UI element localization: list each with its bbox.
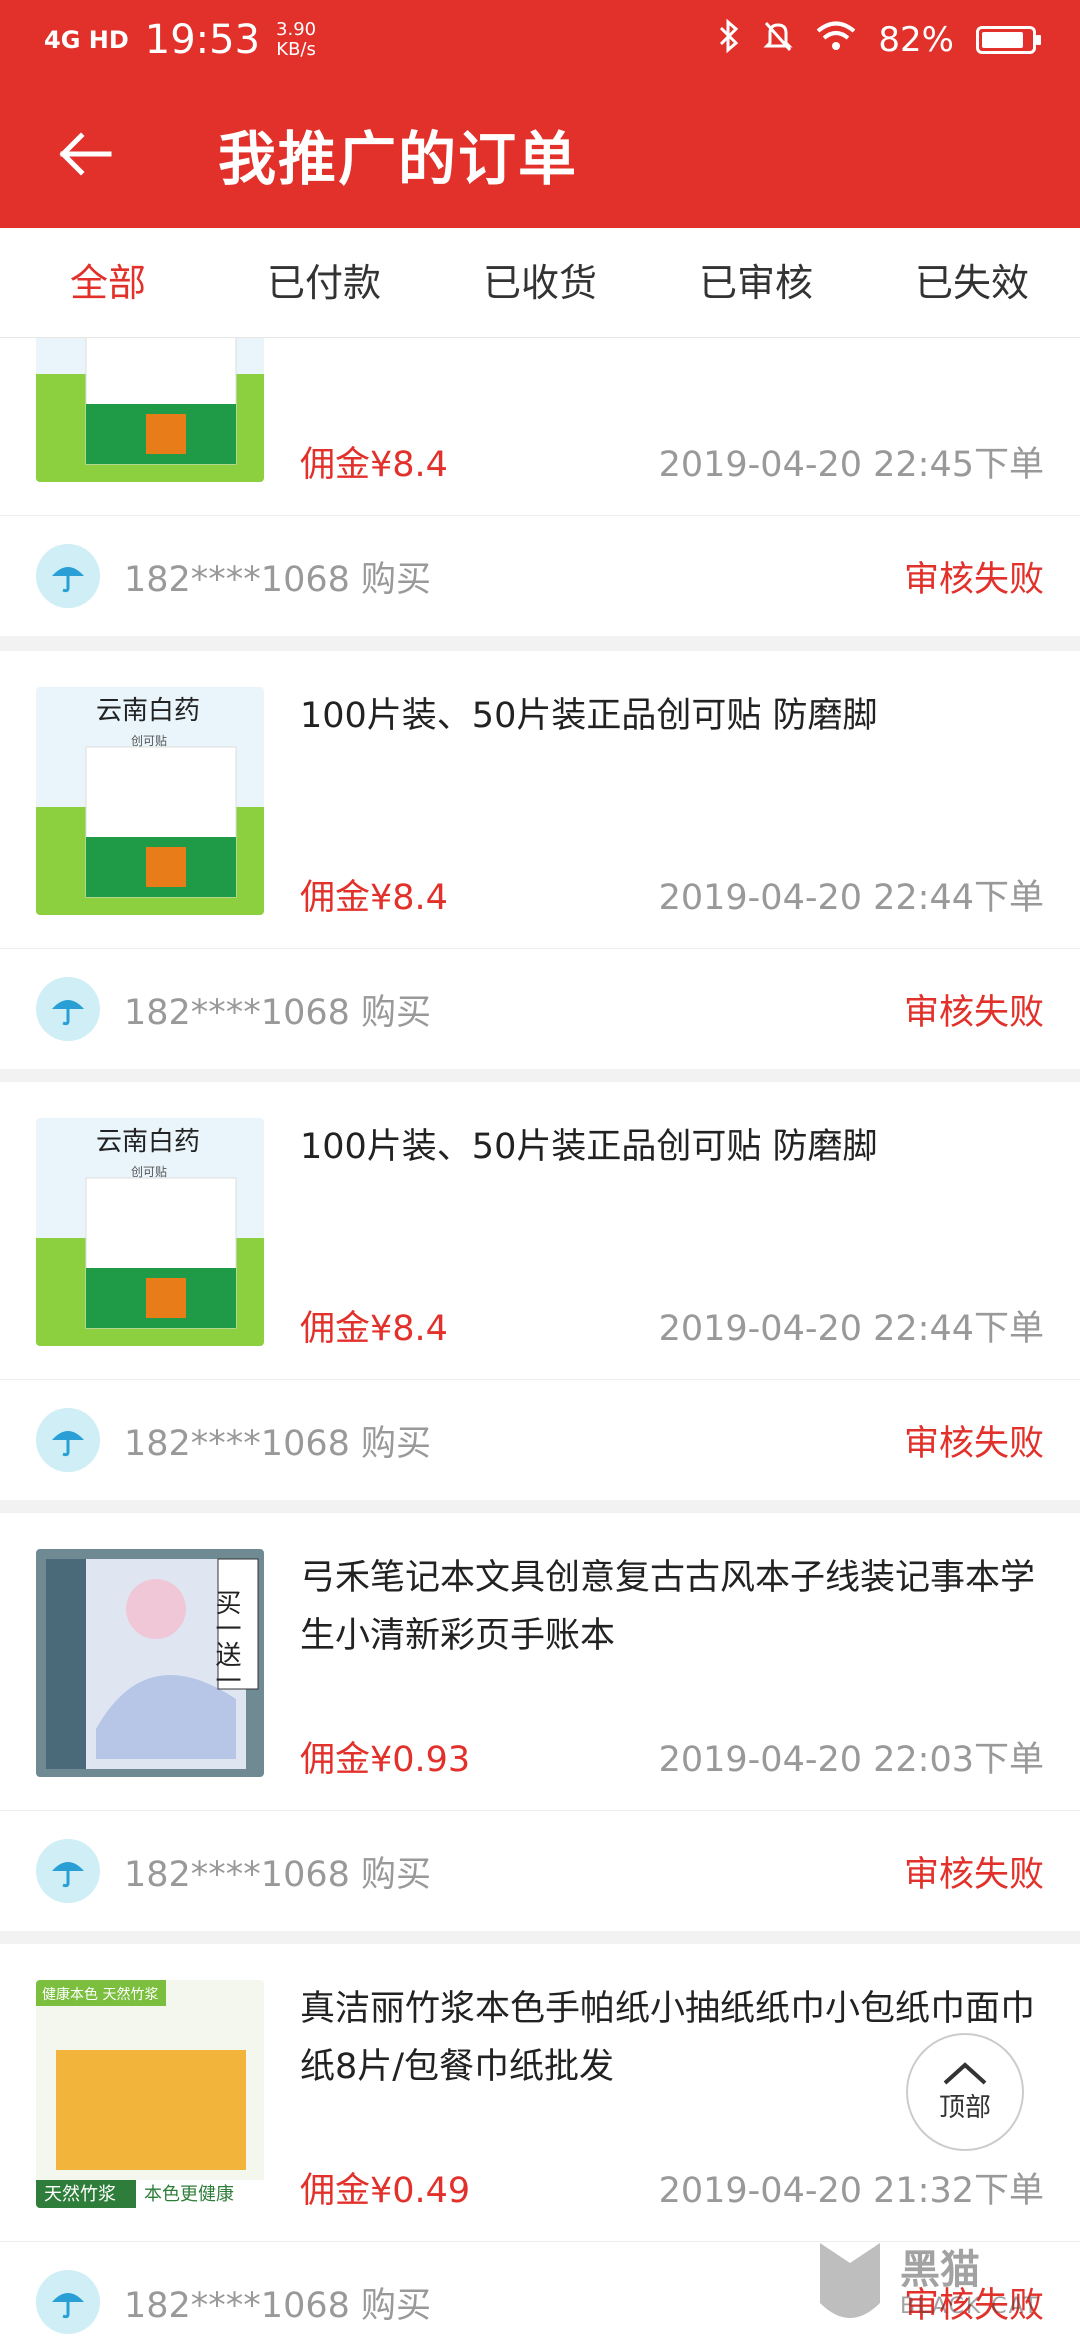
commission: 佣金¥8.4 <box>300 1309 448 1349</box>
tissue-icon: 健康本色 天然竹浆 天然竹浆 本色更健康 <box>36 1980 264 2208</box>
svg-text:买一送一: 买一送一 <box>211 1589 241 1693</box>
network-indicator: 4G HD <box>44 26 129 54</box>
svg-text:创可贴: 创可贴 <box>131 734 167 748</box>
commission: 佣金¥8.4 <box>300 445 448 485</box>
yunnan-baiyao-icon: 云南白药 创可贴 <box>36 687 264 915</box>
order-status: 审核失败 <box>903 1423 1044 1464</box>
watermark-text: 黑猫 <box>900 2247 980 2293</box>
watermark-sub: BLACK CAT <box>900 2294 1040 2319</box>
commission: 佣金¥0.49 <box>300 2171 471 2211</box>
umbrella-avatar-icon <box>36 977 100 1041</box>
black-cat-watermark: 黑猫 BLACK CAT <box>810 2225 1080 2340</box>
product-title[interactable]: 100片装、50片装正品创可贴 防磨脚 <box>300 1118 1044 1176</box>
svg-text:健康本色 天然竹浆: 健康本色 天然竹浆 <box>42 1986 158 2003</box>
order-status: 审核失败 <box>903 1854 1044 1895</box>
buyer-phone: 182****1068 购买 <box>124 1854 432 1895</box>
page-title: 我推广的订单 <box>218 125 579 193</box>
umbrella-avatar-icon <box>36 2270 100 2334</box>
network-speed: 3.90 KB/s <box>276 20 316 60</box>
umbrella-avatar-icon <box>36 1839 100 1903</box>
notebook-icon: 买一送一 <box>36 1549 264 1777</box>
yunnan-baiyao-icon: 云南白药 创可贴 <box>36 1118 264 1346</box>
buyer-phone: 182****1068 购买 <box>124 992 432 1033</box>
buyer-phone: 182****1068 购买 <box>124 2285 432 2326</box>
svg-text:天然竹浆: 天然竹浆 <box>44 2184 116 2205</box>
buyer-phone: 182****1068 购买 <box>124 1423 432 1464</box>
wifi-icon <box>816 20 856 61</box>
umbrella-avatar-icon <box>36 1408 100 1472</box>
back-arrow-icon <box>59 132 112 176</box>
order-time: 2019-04-20 22:03下单 <box>658 1740 1044 1780</box>
umbrella-avatar-icon <box>36 544 100 608</box>
speed-value: 3.90 <box>276 19 317 40</box>
commission: 佣金¥0.93 <box>300 1740 471 1780</box>
product-title[interactable]: 100片装、50片装正品创可贴 防磨脚 <box>300 687 1044 745</box>
status-bar: 4G HD 19:53 3.90 KB/s 82% <box>0 0 1080 80</box>
app-bar: 我推广的订单 <box>0 80 1080 228</box>
svg-text:本色更健康: 本色更健康 <box>144 2184 234 2205</box>
mute-bell-icon <box>762 19 794 62</box>
order-card[interactable]: 云南白药 创可贴 100片装、50片装正品创可贴 防磨脚 佣金¥8.4 2019… <box>0 651 1080 1069</box>
order-time: 2019-04-20 22:45下单 <box>658 445 1044 485</box>
order-time: 2019-04-20 21:32下单 <box>658 2171 1044 2211</box>
order-card[interactable]: 云南白药 创可贴 佣金¥8.4 2019-04-20 22:45下单 182**… <box>0 338 1080 636</box>
battery-icon <box>976 26 1041 54</box>
tab-all[interactable]: 全部 <box>0 228 216 337</box>
order-card[interactable]: 云南白药 创可贴 100片装、50片装正品创可贴 防磨脚 佣金¥8.4 2019… <box>0 1082 1080 1500</box>
back-to-top-label: 顶部 <box>938 2092 991 2123</box>
svg-text:云南白药: 云南白药 <box>96 1127 200 1157</box>
svg-text:创可贴: 创可贴 <box>131 1165 167 1179</box>
order-status: 审核失败 <box>903 559 1044 600</box>
commission: 佣金¥8.4 <box>300 878 448 918</box>
clock: 19:53 <box>144 17 261 63</box>
back-to-top-button[interactable]: 顶部 <box>906 2033 1024 2151</box>
tab-bar: 全部 已付款 已收货 已审核 已失效 <box>0 228 1080 338</box>
bluetooth-icon <box>718 18 740 62</box>
tab-received[interactable]: 已收货 <box>432 228 648 337</box>
product-title[interactable]: 弓禾笔记本文具创意复古古风本子线装记事本学生小清新彩页手账本 <box>300 1549 1044 1665</box>
yunnan-baiyao-icon: 云南白药 创可贴 <box>36 338 264 482</box>
back-button[interactable] <box>0 80 170 228</box>
tab-paid[interactable]: 已付款 <box>216 228 432 337</box>
order-card[interactable]: 买一送一 弓禾笔记本文具创意复古古风本子线装记事本学生小清新彩页手账本 佣金¥0… <box>0 1513 1080 1931</box>
chevron-up-icon <box>943 2061 987 2084</box>
tab-invalid[interactable]: 已失效 <box>864 228 1080 337</box>
tab-reviewed[interactable]: 已审核 <box>648 228 864 337</box>
battery-percent: 82% <box>878 20 954 60</box>
order-list[interactable]: 云南白药 创可贴 佣金¥8.4 2019-04-20 22:45下单 182**… <box>0 338 1080 2340</box>
svg-text:云南白药: 云南白药 <box>96 696 200 726</box>
order-time: 2019-04-20 22:44下单 <box>658 878 1044 918</box>
order-time: 2019-04-20 22:44下单 <box>658 1309 1044 1349</box>
speed-unit: KB/s <box>276 39 316 60</box>
cat-logo-icon <box>820 2242 880 2318</box>
order-status: 审核失败 <box>903 992 1044 1033</box>
buyer-phone: 182****1068 购买 <box>124 559 432 600</box>
